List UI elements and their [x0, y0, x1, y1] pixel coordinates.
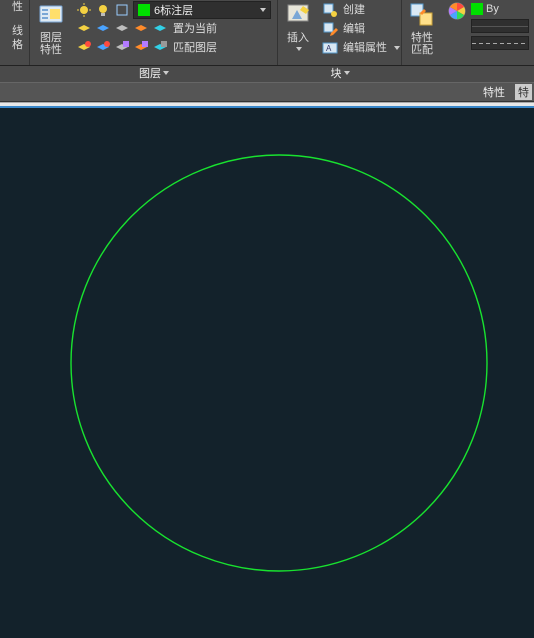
insert-label: 插入: [285, 31, 311, 45]
leftedge-title: 性: [4, 0, 25, 14]
panel-left-edge: 性 线 格: [0, 0, 30, 65]
layer-properties-icon: [37, 1, 65, 29]
panel-title-layers[interactable]: 图层: [139, 65, 161, 81]
layer-tool-icon-3[interactable]: [114, 21, 130, 37]
layer-properties-label: 图层 特性: [38, 31, 64, 57]
layer-tool-icon-5[interactable]: [152, 21, 168, 37]
insert-icon: [284, 1, 312, 29]
prop-lineweight-row[interactable]: [471, 18, 529, 34]
drawing-canvas[interactable]: [0, 108, 534, 638]
color-wheel-button[interactable]: [447, 1, 467, 21]
layer-combo[interactable]: 6标注层: [133, 1, 271, 19]
canvas-svg: [0, 108, 534, 638]
prop-color-row[interactable]: By: [471, 1, 529, 17]
block-edit-button[interactable]: 编辑: [322, 20, 367, 38]
layer-tool-icon-2[interactable]: [95, 21, 111, 37]
block-edit-attr-button[interactable]: A 编辑属性: [322, 39, 400, 57]
chevron-down-icon: [296, 47, 302, 51]
prop-lineweight-field: [471, 19, 529, 33]
edit-attr-icon: A: [322, 40, 338, 56]
insert-button[interactable]: 插入: [284, 0, 312, 65]
panel-title-blocks[interactable]: 块: [331, 65, 342, 81]
prop-color-label: By: [486, 3, 499, 15]
sun-icon[interactable]: [76, 2, 92, 18]
svg-text:A: A: [326, 44, 332, 53]
bulb-icon[interactable]: [95, 2, 111, 18]
sub-ribbon: 特性 特: [0, 82, 534, 102]
sub-right-label: 特: [515, 84, 532, 100]
match-properties-icon: [408, 1, 436, 29]
panel-titles-row: 图层 块: [0, 66, 534, 82]
drawing-circle[interactable]: [71, 155, 487, 571]
color-wheel-icon: [447, 1, 467, 21]
layer-tool-icon-6[interactable]: [76, 40, 92, 56]
layer-tool-icon-1[interactable]: [76, 21, 92, 37]
block-create-label: 创建: [341, 3, 367, 17]
match-properties-label: 特性 匹配: [409, 31, 435, 57]
layer-tool-icon-7[interactable]: [95, 40, 111, 56]
layer-combo-row: 6标注层: [76, 1, 271, 19]
match-layer-label[interactable]: 匹配图层: [171, 41, 219, 55]
layer-color-swatch: [138, 4, 150, 16]
block-edit-label: 编辑: [341, 22, 367, 36]
prop-color-swatch: [471, 3, 483, 15]
panel-title-props[interactable]: 特性: [483, 84, 505, 100]
ribbon: 性 线 格 图层 特性 6标注层: [0, 0, 534, 66]
layer-actions-row-1: 置为当前: [76, 20, 219, 38]
panel-layer-props: 图层 特性: [30, 0, 72, 65]
leftedge-l1: 线: [4, 24, 25, 38]
layer-combo-name: 6标注层: [154, 2, 254, 18]
panel-propmatch: 特性 匹配: [402, 0, 442, 65]
properties-fields: By: [471, 1, 529, 51]
panel-properties: By: [442, 0, 534, 65]
leftedge-l2: 格: [4, 38, 25, 52]
chevron-down-icon: [344, 71, 350, 75]
layer-properties-button[interactable]: 图层 特性: [37, 0, 65, 65]
block-create-button[interactable]: 创建: [322, 1, 367, 19]
layer-tool-icon-10[interactable]: [152, 40, 168, 56]
panel-insert: 插入: [278, 0, 318, 65]
create-block-icon: [322, 2, 338, 18]
chevron-down-icon: [394, 46, 400, 50]
panel-layers: 6标注层 置为当前 匹配图层: [72, 0, 278, 65]
panel-blocks: 创建 编辑 A 编辑属性: [318, 0, 402, 65]
layer-actions-row-2: 匹配图层: [76, 39, 219, 57]
layer-tool-icon-9[interactable]: [133, 40, 149, 56]
chevron-down-icon: [260, 8, 266, 12]
layer-tool-icon-4[interactable]: [133, 21, 149, 37]
panel-title-props-wrap: [402, 66, 534, 80]
set-current-label[interactable]: 置为当前: [171, 22, 219, 36]
block-edit-attr-label: 编辑属性: [341, 41, 389, 55]
match-properties-button[interactable]: 特性 匹配: [408, 0, 436, 65]
square-icon[interactable]: [114, 2, 130, 18]
chevron-down-icon: [163, 71, 169, 75]
layer-tool-icon-8[interactable]: [114, 40, 130, 56]
prop-linetype-field: [471, 36, 529, 50]
edit-block-icon: [322, 21, 338, 37]
prop-linetype-row[interactable]: [471, 35, 529, 51]
